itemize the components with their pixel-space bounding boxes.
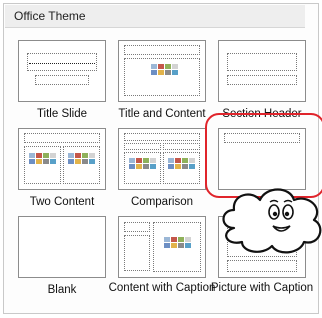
layout-thumbnail bbox=[118, 128, 206, 190]
cloud-mascot-icon bbox=[222, 188, 322, 254]
layout-label: Comparison bbox=[131, 196, 193, 208]
layout-thumbnail bbox=[18, 128, 106, 190]
layout-label: Blank bbox=[47, 284, 77, 296]
gallery-title: Office Theme bbox=[14, 9, 86, 23]
gallery-header: Office Theme bbox=[5, 5, 305, 28]
layout-thumbnail bbox=[118, 40, 206, 102]
layout-label: Title and Content bbox=[118, 108, 206, 120]
layout-thumbnail bbox=[118, 216, 206, 278]
layout-label: Title Slide bbox=[36, 108, 88, 120]
layout-thumbnail bbox=[218, 40, 306, 102]
layout-label: Content with Caption bbox=[108, 282, 216, 294]
layout-label: Two Content bbox=[29, 196, 95, 208]
layout-thumbnail bbox=[18, 40, 106, 102]
layout-thumbnail bbox=[18, 216, 106, 278]
